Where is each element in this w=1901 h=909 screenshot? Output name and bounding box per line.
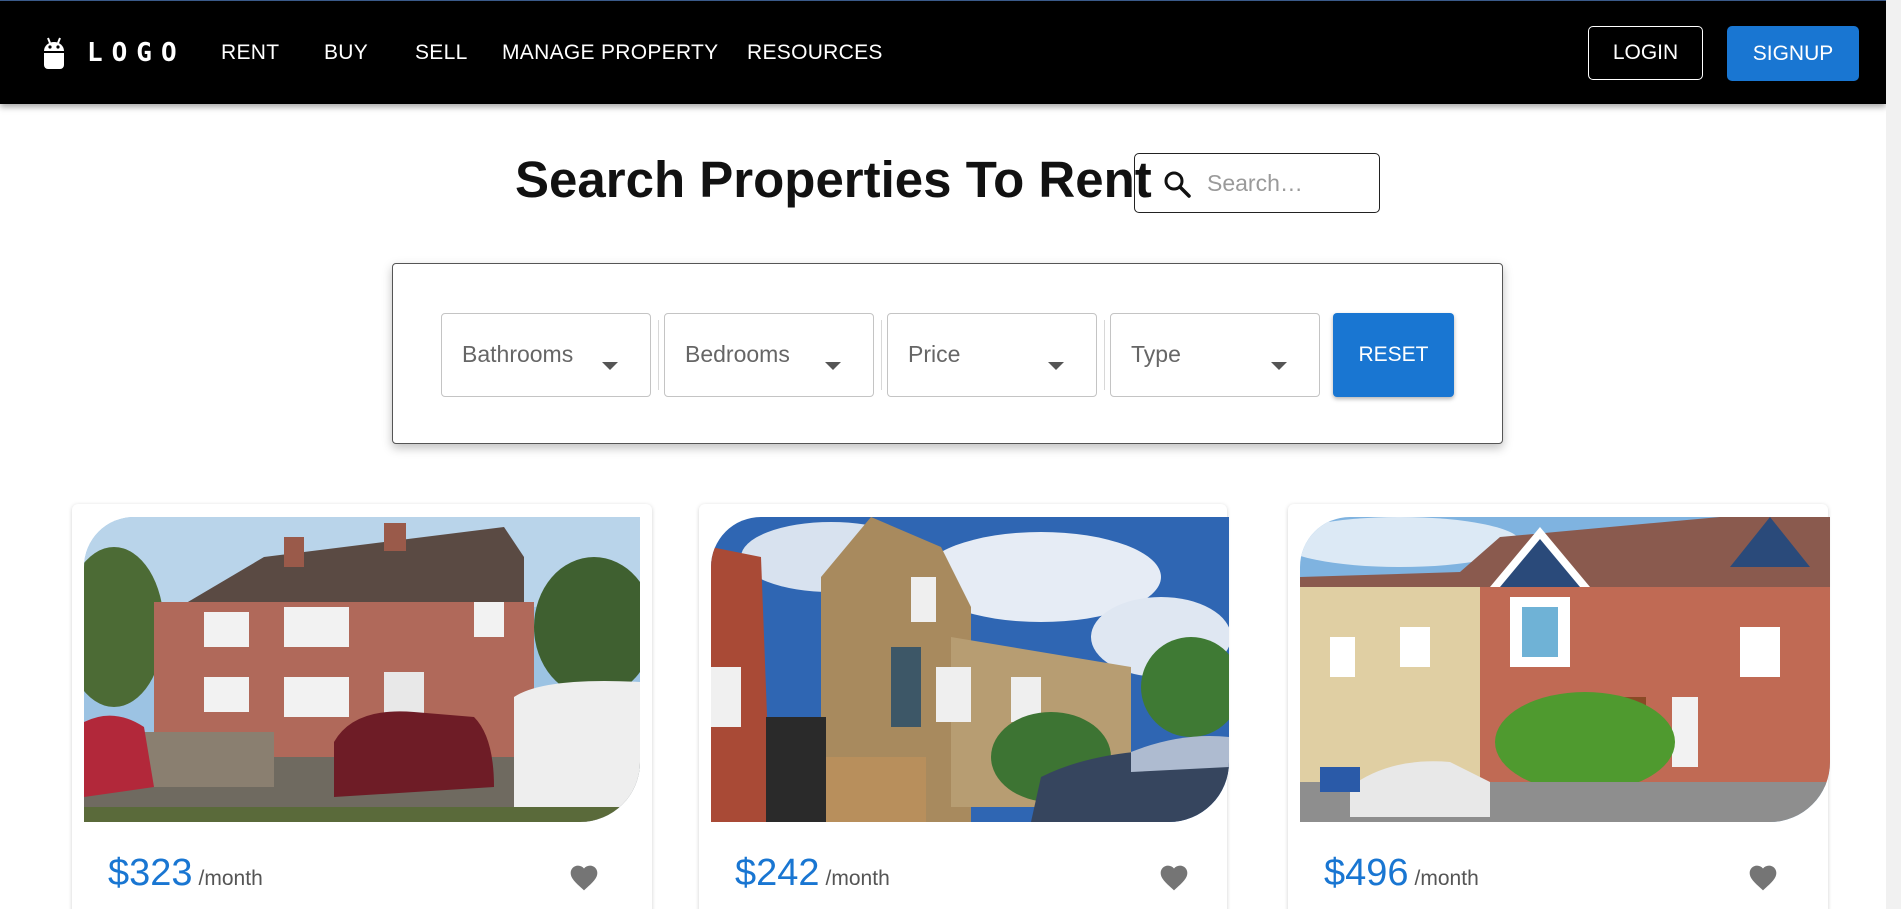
select-label: Bedrooms xyxy=(685,341,790,367)
heart-icon[interactable] xyxy=(568,862,600,892)
property-photo[interactable] xyxy=(1300,517,1830,822)
dropdown-arrow-icon xyxy=(825,362,841,370)
nav-link-sell[interactable]: SELL xyxy=(415,41,468,65)
property-price: $242/month xyxy=(735,852,890,895)
select-label: Bathrooms xyxy=(462,341,574,367)
price-select[interactable]: Price xyxy=(887,313,1097,397)
reset-button[interactable]: RESET xyxy=(1333,313,1454,397)
search-box[interactable] xyxy=(1134,153,1380,213)
price-period: /month xyxy=(825,867,890,890)
price-period: /month xyxy=(198,867,263,890)
search-input[interactable] xyxy=(1207,166,1372,200)
price-amount: $323 xyxy=(108,852,193,894)
dropdown-arrow-icon xyxy=(1048,362,1064,370)
dropdown-arrow-icon xyxy=(602,362,618,370)
logo-text: LOGO xyxy=(87,38,186,68)
login-button[interactable]: LOGIN xyxy=(1588,26,1703,80)
filter-panel: Bathrooms Bedrooms Price Type RESET xyxy=(392,263,1503,444)
price-period: /month xyxy=(1414,867,1479,890)
price-amount: $496 xyxy=(1324,852,1409,894)
vertical-scrollbar[interactable] xyxy=(1886,0,1901,909)
divider xyxy=(658,320,659,390)
property-photo[interactable] xyxy=(711,517,1229,822)
property-photo[interactable] xyxy=(84,517,640,822)
divider xyxy=(1104,320,1105,390)
bedrooms-select[interactable]: Bedrooms xyxy=(664,313,874,397)
property-price: $496/month xyxy=(1324,852,1479,895)
page: LOGO RENT BUY SELL MANAGE PROPERTY RESOU… xyxy=(0,0,1901,909)
heart-icon[interactable] xyxy=(1747,862,1779,892)
nav-link-manage-property[interactable]: MANAGE PROPERTY xyxy=(502,41,719,65)
heart-icon[interactable] xyxy=(1158,862,1190,892)
bathrooms-select[interactable]: Bathrooms xyxy=(441,313,651,397)
property-price: $323/month xyxy=(108,852,263,895)
select-label: Type xyxy=(1131,341,1181,367)
nav-link-buy[interactable]: BUY xyxy=(324,41,368,65)
android-logo-icon xyxy=(41,35,67,71)
property-card[interactable]: $496/month xyxy=(1288,504,1830,909)
property-card[interactable]: $242/month xyxy=(699,504,1229,909)
signup-button[interactable]: SIGNUP xyxy=(1727,26,1859,81)
type-select[interactable]: Type xyxy=(1110,313,1320,397)
select-label: Price xyxy=(908,341,961,367)
nav-link-rent[interactable]: RENT xyxy=(221,41,279,65)
dropdown-arrow-icon xyxy=(1271,362,1287,370)
page-title: Search Properties To Rent xyxy=(515,151,1152,208)
top-navbar: LOGO RENT BUY SELL MANAGE PROPERTY RESOU… xyxy=(0,0,1886,104)
search-icon xyxy=(1163,170,1191,198)
divider xyxy=(881,320,882,390)
property-card[interactable]: $323/month xyxy=(72,504,652,909)
price-amount: $242 xyxy=(735,852,820,894)
logo[interactable]: LOGO xyxy=(41,35,186,71)
nav-link-resources[interactable]: RESOURCES xyxy=(747,41,883,65)
